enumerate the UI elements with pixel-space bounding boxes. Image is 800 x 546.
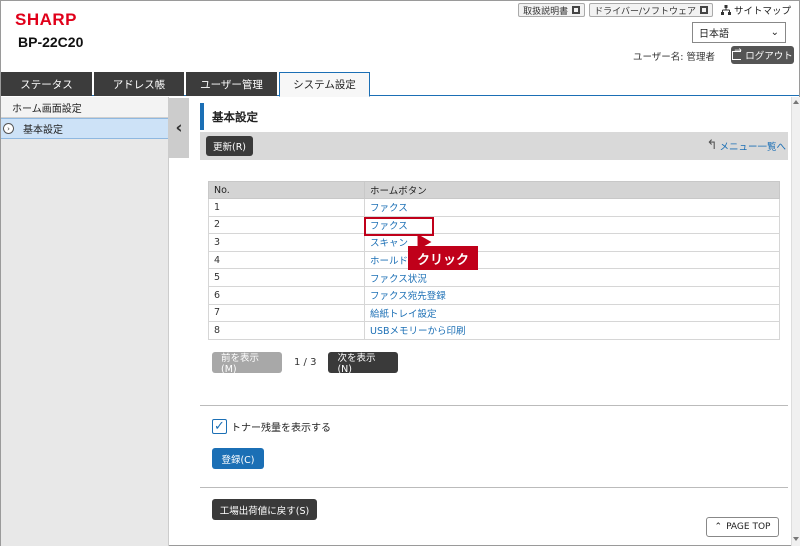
- circle-chevron-right-icon: ›: [3, 123, 14, 134]
- divider: [200, 405, 788, 406]
- external-link-icon: [699, 6, 708, 14]
- sharp-logo: SHARP: [15, 10, 78, 29]
- page-indicator: 1 / 3: [294, 357, 317, 368]
- table-row: 4 ホールド: [208, 250, 780, 270]
- home-button-link[interactable]: ファクス宛先登録: [364, 285, 780, 305]
- checkmark-icon: ✓: [214, 419, 225, 434]
- sidebar-item-label: 基本設定: [23, 125, 63, 136]
- chevron-up-icon: ⌃: [714, 522, 723, 532]
- page-title: 基本設定: [200, 103, 258, 130]
- sitemap-link[interactable]: サイトマップ: [720, 3, 791, 17]
- home-button-link[interactable]: ファクス状況: [364, 268, 780, 287]
- prev-page-button[interactable]: 前を表示(M): [212, 352, 282, 375]
- menu-list-link[interactable]: ↰ メニュー一覧へ: [707, 138, 786, 153]
- sitemap-icon: [720, 5, 731, 15]
- row-number: 6: [208, 285, 365, 305]
- menu-list-label: メニュー一覧へ: [719, 141, 786, 153]
- sidebar: ホーム画面設定 › 基本設定: [1, 97, 169, 546]
- page-top-button[interactable]: ⌃ PAGE TOP: [706, 517, 779, 537]
- chevron-left-icon: ‹: [175, 118, 183, 138]
- tab-address-book[interactable]: アドレス帳: [94, 72, 184, 96]
- driver-link-label: ドライバー/ソフトウェア: [594, 6, 696, 17]
- sitemap-label: サイトマップ: [733, 6, 791, 17]
- tab-status[interactable]: ステータス: [1, 72, 92, 96]
- row-number: 1: [208, 198, 365, 217]
- model-name: BP-22C20: [18, 34, 84, 50]
- logout-label: ログアウト: [745, 51, 793, 62]
- user-name: ユーザー名: 管理者: [633, 52, 716, 63]
- click-callout: クリック: [408, 246, 478, 270]
- table-row: 1 ファクス: [208, 198, 780, 217]
- divider: [200, 487, 788, 488]
- table-row: 8 USBメモリーから印刷: [208, 321, 780, 340]
- logout-button[interactable]: ログアウト: [731, 46, 794, 64]
- toolbar: 更新(R) ↰ メニュー一覧へ: [200, 132, 788, 160]
- logout-icon: [732, 46, 742, 60]
- column-header-no: No.: [208, 181, 365, 199]
- main-content: 基本設定 更新(R) ↰ メニュー一覧へ No. ホームボタン 1 ファクス 2 ファ…: [190, 97, 800, 546]
- manual-link[interactable]: 取扱説明書: [518, 3, 586, 17]
- factory-reset-button[interactable]: 工場出荷値に戻す(S): [212, 499, 317, 520]
- main-tabs: ステータス アドレス帳 ユーザー管理 システム設定: [1, 72, 799, 97]
- page-top-label: PAGE TOP: [726, 522, 771, 532]
- row-number: 4: [208, 250, 365, 270]
- tab-system-settings[interactable]: システム設定: [279, 72, 370, 97]
- row-number: 3: [208, 233, 365, 252]
- next-page-button[interactable]: 次を表示(N): [328, 352, 399, 375]
- toner-display-option: ✓ トナー残量を表示する: [212, 419, 331, 434]
- sidebar-heading-label: ホーム画面設定: [12, 103, 82, 115]
- home-button-link[interactable]: ファクス: [364, 198, 780, 217]
- return-arrow-icon: ↰: [706, 138, 718, 153]
- row-number: 7: [208, 303, 365, 323]
- tab-user-management[interactable]: ユーザー管理: [186, 72, 277, 96]
- sidebar-heading[interactable]: ホーム画面設定: [1, 97, 168, 118]
- table-row: 2 ファクス: [208, 215, 780, 235]
- external-link-icon: [572, 6, 581, 14]
- chevron-down-icon: ⌄: [770, 27, 779, 38]
- row-number: 8: [208, 321, 365, 340]
- pager: 前を表示(M) 1 / 3 次を表示(N): [212, 352, 399, 375]
- vertical-scrollbar[interactable]: [791, 97, 800, 546]
- language-value: 日本語: [699, 29, 729, 40]
- language-select[interactable]: 日本語 ⌄: [692, 22, 786, 43]
- row-number: 2: [208, 215, 365, 235]
- column-header-home-button: ホームボタン: [364, 181, 780, 199]
- driver-software-link[interactable]: ドライバー/ソフトウェア: [589, 3, 713, 17]
- toner-display-checkbox[interactable]: ✓: [212, 419, 227, 434]
- home-button-link[interactable]: USBメモリーから印刷: [364, 321, 780, 340]
- scroll-up-icon[interactable]: [793, 100, 799, 104]
- table-row: 6 ファクス宛先登録: [208, 285, 780, 305]
- home-button-link[interactable]: 給紙トレイ設定: [364, 303, 780, 323]
- table-row: 3 スキャン: [208, 233, 780, 252]
- scroll-down-icon[interactable]: [793, 537, 799, 541]
- row-number: 5: [208, 268, 365, 287]
- table-row: 5 ファクス状況: [208, 268, 780, 287]
- register-button[interactable]: 登録(C): [212, 448, 264, 469]
- table-row: 7 給紙トレイ設定: [208, 303, 780, 323]
- top-links: 取扱説明書 ドライバー/ソフトウェア サイトマップ: [518, 3, 791, 17]
- home-buttons-table: No. ホームボタン 1 ファクス 2 ファクス 3 スキャン 4 ホールド 5 ファクス状況 6 フ…: [208, 181, 780, 340]
- manual-link-label: 取扱説明書: [523, 6, 569, 17]
- table-header-row: No. ホームボタン: [208, 181, 780, 199]
- sidebar-collapse-button[interactable]: ‹: [169, 98, 189, 158]
- table-body: 1 ファクス 2 ファクス 3 スキャン 4 ホールド 5 ファクス状況 6 ファクス宛先登録 7 給紙ト…: [208, 198, 780, 340]
- sidebar-item-basic-settings[interactable]: › 基本設定: [1, 118, 168, 139]
- toner-display-label: トナー残量を表示する: [231, 423, 331, 434]
- refresh-button[interactable]: 更新(R): [206, 136, 253, 156]
